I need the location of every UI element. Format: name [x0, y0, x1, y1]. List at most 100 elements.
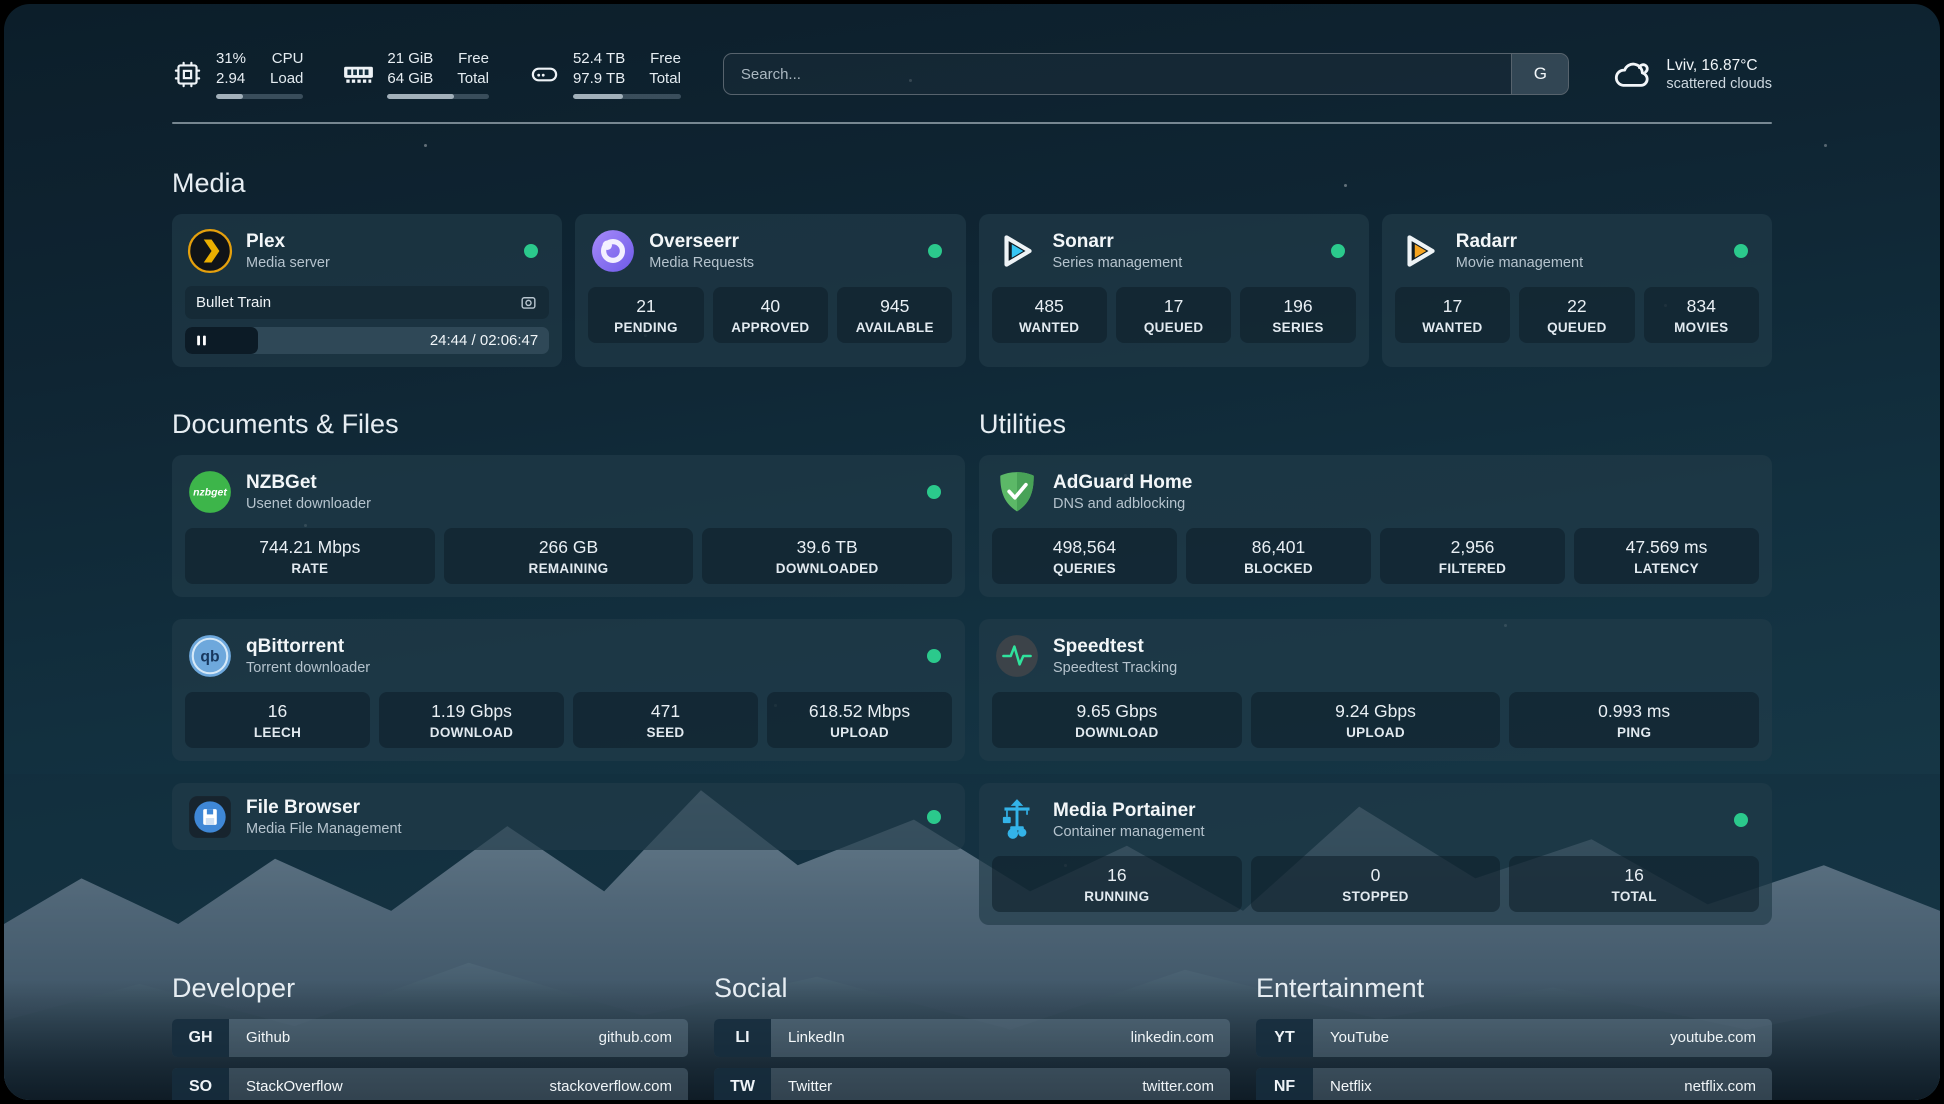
app-card-speedtest[interactable]: Speedtest Speedtest Tracking 9.65 Gbps D… — [979, 619, 1772, 761]
disk-free-label: Free — [649, 49, 681, 69]
app-card-nzbget[interactable]: nzbget NZBGet Usenet downloader 74 — [172, 455, 965, 597]
stat-tile: 16 TOTAL — [1509, 856, 1759, 912]
app-card-sonarr[interactable]: Sonarr Series management 485 WANTED 17 Q… — [979, 214, 1369, 367]
search-input[interactable] — [723, 53, 1570, 95]
bookmark-abbr: SO — [172, 1068, 229, 1101]
disk-progress-bar — [573, 94, 681, 99]
section-title-media: Media — [172, 168, 1772, 199]
speedtest-icon — [994, 633, 1040, 679]
app-title: Overseerr — [649, 231, 754, 253]
plex-icon — [187, 228, 233, 274]
stat-tile: 47.569 ms LATENCY — [1574, 528, 1759, 584]
bookmark-abbr: NF — [1256, 1068, 1313, 1101]
bookmark-twitter[interactable]: TW Twitter twitter.com — [714, 1068, 1230, 1101]
stat-tile: 1.19 Gbps DOWNLOAD — [379, 692, 564, 748]
app-title: Speedtest — [1053, 636, 1177, 658]
stat-tile: 196 SERIES — [1240, 287, 1355, 343]
app-title: AdGuard Home — [1053, 472, 1192, 494]
bookmark-netflix[interactable]: NF Netflix netflix.com — [1256, 1068, 1772, 1101]
weather-location-temp: Lviv, 16.87°C — [1666, 57, 1772, 75]
app-card-overseerr[interactable]: Overseerr Media Requests 21 PENDING 40 A… — [575, 214, 965, 367]
camera-icon — [519, 293, 538, 312]
bookmark-abbr: YT — [1256, 1019, 1313, 1057]
bookmark-abbr: TW — [714, 1068, 771, 1101]
bookmark-github[interactable]: GH Github github.com — [172, 1019, 688, 1057]
status-dot — [927, 485, 941, 499]
now-playing-row: Bullet Train — [185, 286, 549, 319]
stat-tile: 2,956 FILTERED — [1380, 528, 1565, 584]
app-subtitle: Torrent downloader — [246, 660, 370, 676]
bookmark-linkedin[interactable]: LI LinkedIn linkedin.com — [714, 1019, 1230, 1057]
section-title-social: Social — [714, 973, 1230, 1004]
memory-stat: 21 GiB Free 64 GiB Total — [343, 49, 489, 99]
status-dot — [1734, 813, 1748, 827]
bookmark-youtube[interactable]: YT YouTube youtube.com — [1256, 1019, 1772, 1057]
app-subtitle: Media File Management — [246, 821, 402, 837]
bookmark-url: youtube.com — [1670, 1019, 1756, 1057]
app-card-radarr[interactable]: Radarr Movie management 17 WANTED 22 QUE… — [1382, 214, 1772, 367]
cpu-load-value: 2.94 — [216, 69, 246, 89]
app-card-portainer[interactable]: Media Portainer Container management 16 … — [979, 783, 1772, 925]
disk-icon — [529, 59, 560, 90]
bookmark-name: StackOverflow — [246, 1068, 343, 1101]
stat-tile: 21 PENDING — [588, 287, 703, 343]
status-dot — [927, 810, 941, 824]
app-card-filebrowser[interactable]: File Browser Media File Management — [172, 783, 965, 850]
disk-total-label: Total — [649, 69, 681, 89]
adguard-icon — [994, 469, 1040, 515]
playback-progress-bar[interactable]: 24:44 / 02:06:47 — [185, 327, 549, 354]
section-title-developer: Developer — [172, 973, 688, 1004]
stat-tile: 266 GB REMAINING — [444, 528, 694, 584]
stat-tile: 471 SEED — [573, 692, 758, 748]
status-dot — [524, 244, 538, 258]
app-subtitle: Usenet downloader — [246, 496, 371, 512]
cpu-progress-bar — [216, 94, 303, 99]
app-subtitle: DNS and adblocking — [1053, 496, 1192, 512]
bookmark-stackoverflow[interactable]: SO StackOverflow stackoverflow.com — [172, 1068, 688, 1101]
app-title: File Browser — [246, 797, 402, 819]
disk-free-value: 52.4 TB — [573, 49, 625, 69]
pause-icon[interactable] — [195, 334, 208, 347]
bookmark-name: YouTube — [1330, 1019, 1389, 1057]
stat-tile: 16 RUNNING — [992, 856, 1242, 912]
disk-total-value: 97.9 TB — [573, 69, 625, 89]
status-dot — [1331, 244, 1345, 258]
app-title: Sonarr — [1053, 231, 1183, 253]
status-dot — [1734, 244, 1748, 258]
status-dot — [928, 244, 942, 258]
app-card-qbittorrent[interactable]: qb qBittorrent Torrent downloader — [172, 619, 965, 761]
cpu-usage-value: 31% — [216, 49, 246, 69]
app-subtitle: Media Requests — [649, 255, 754, 271]
app-title: qBittorrent — [246, 636, 370, 658]
sonarr-icon — [994, 228, 1040, 274]
stat-tile: 498,564 QUERIES — [992, 528, 1177, 584]
header-divider — [172, 122, 1772, 124]
stat-tile: 39.6 TB DOWNLOADED — [702, 528, 952, 584]
cpu-label: CPU — [270, 49, 303, 69]
app-subtitle: Series management — [1053, 255, 1183, 271]
bookmark-name: Twitter — [788, 1068, 832, 1101]
search-bar: G — [723, 53, 1570, 95]
bookmark-url: github.com — [599, 1019, 672, 1057]
app-title: Radarr — [1456, 231, 1583, 253]
app-card-plex[interactable]: Plex Media server Bullet Train — [172, 214, 562, 367]
app-subtitle: Media server — [246, 255, 330, 271]
filebrowser-icon — [187, 794, 233, 840]
app-subtitle: Container management — [1053, 824, 1205, 840]
bookmark-name: Github — [246, 1019, 290, 1057]
app-card-adguard[interactable]: AdGuard Home DNS and adblocking 498,564 … — [979, 455, 1772, 597]
playback-time: 24:44 / 02:06:47 — [430, 332, 538, 349]
search-engine-button[interactable]: G — [1511, 54, 1568, 94]
section-title-utilities: Utilities — [979, 409, 1772, 440]
qbittorrent-icon: qb — [187, 633, 233, 679]
app-title: Plex — [246, 231, 330, 253]
system-stats: 31% CPU 2.94 Load — [172, 49, 681, 99]
stat-tile: 9.65 Gbps DOWNLOAD — [992, 692, 1242, 748]
ram-icon — [343, 59, 374, 90]
stat-tile: 16 LEECH — [185, 692, 370, 748]
stat-tile: 86,401 BLOCKED — [1186, 528, 1371, 584]
app-subtitle: Movie management — [1456, 255, 1583, 271]
stat-tile: 40 APPROVED — [713, 287, 828, 343]
app-subtitle: Speedtest Tracking — [1053, 660, 1177, 676]
stat-tile: 17 WANTED — [1395, 287, 1510, 343]
